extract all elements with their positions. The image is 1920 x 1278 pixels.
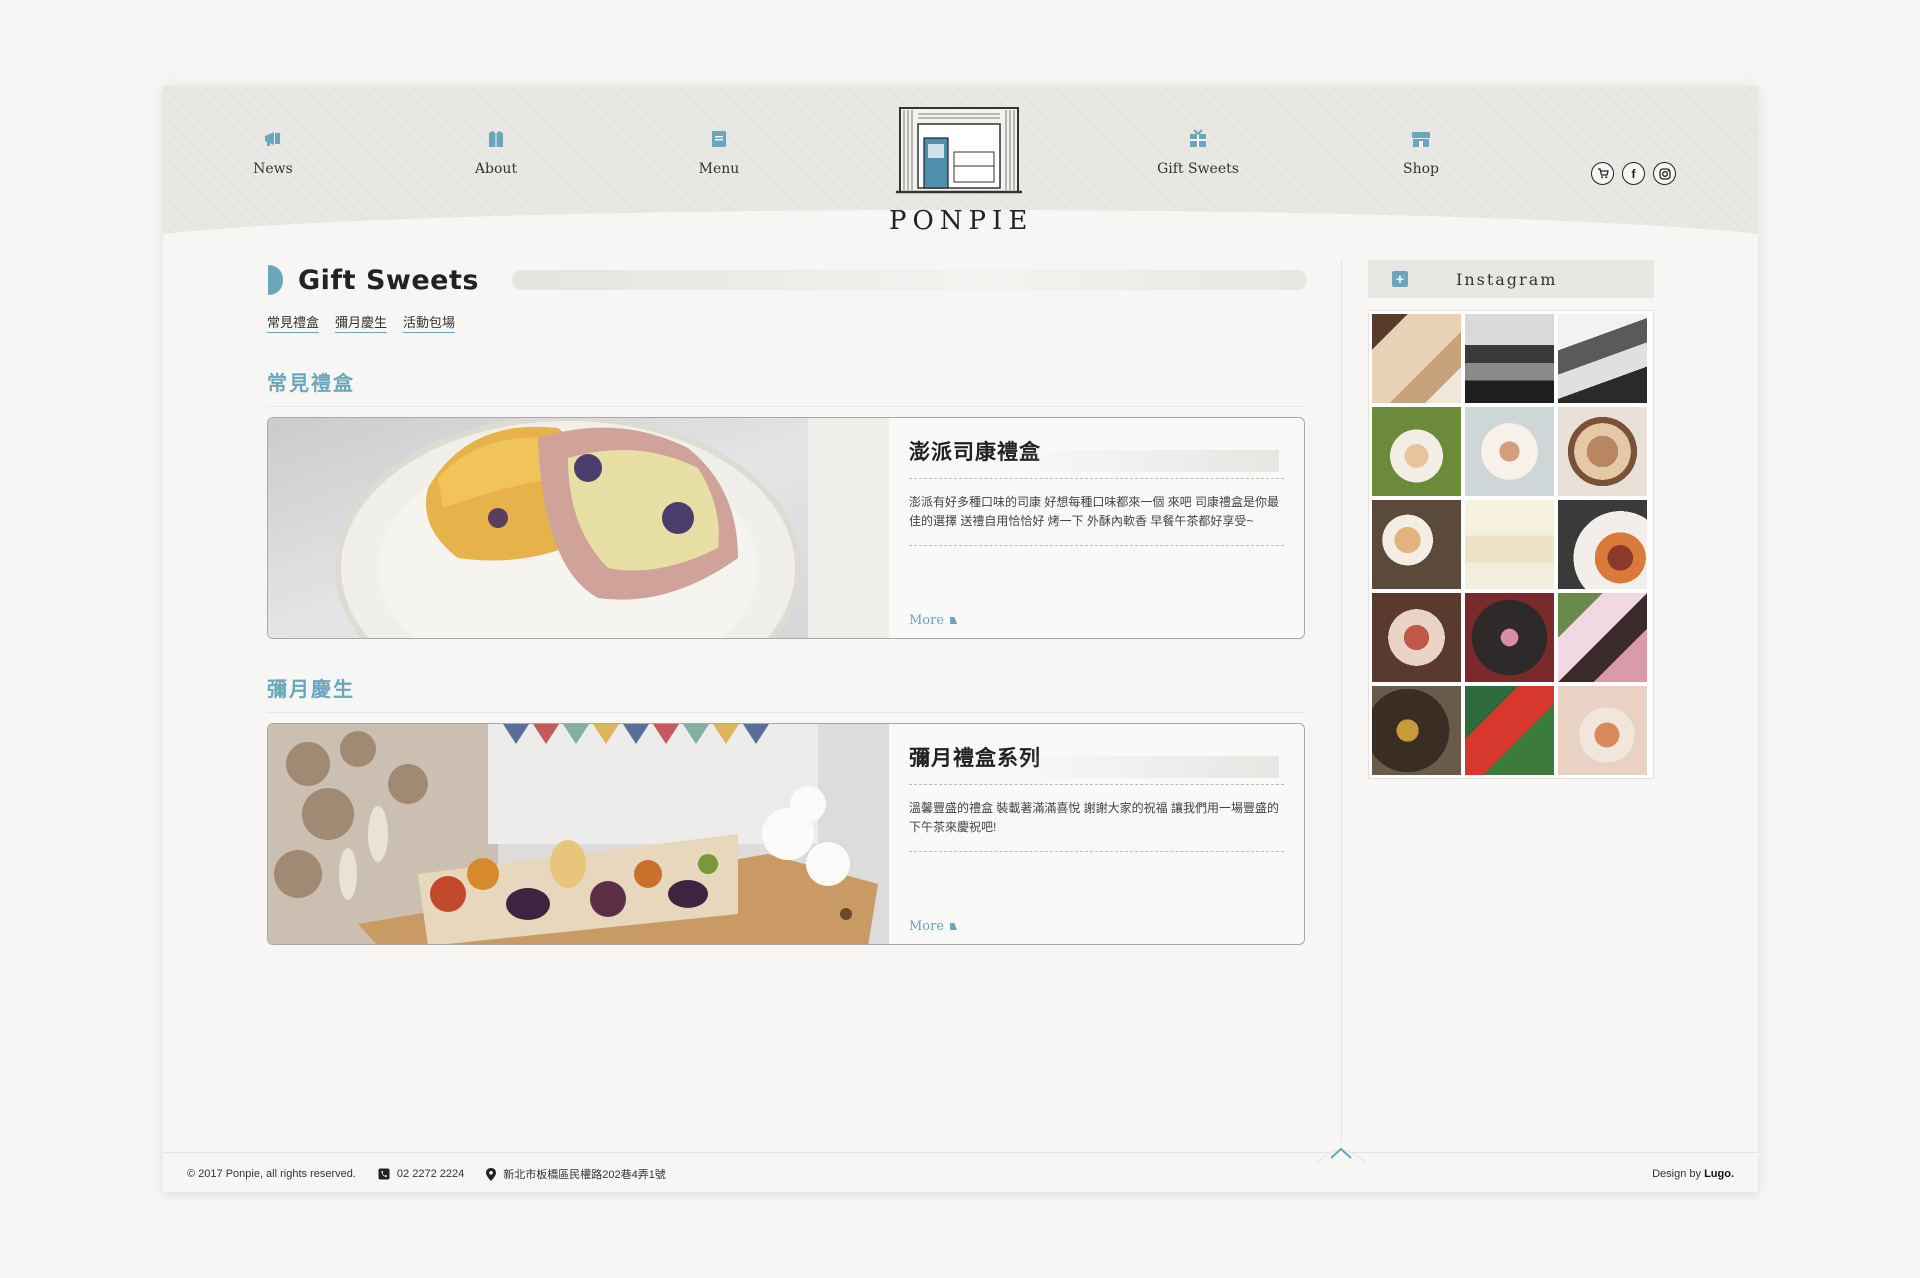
instagram-photo[interactable] xyxy=(1372,686,1461,775)
arrow-icon xyxy=(950,617,958,624)
facebook-icon[interactable]: f xyxy=(1622,162,1645,185)
nav-item-menu[interactable]: Menu xyxy=(659,128,779,178)
subnav-link-events[interactable]: 活動包場 xyxy=(403,312,456,333)
more-label: More xyxy=(909,919,945,934)
sidebar-divider xyxy=(1341,260,1342,1142)
instagram-photo[interactable] xyxy=(1465,314,1554,403)
scone-photo xyxy=(268,418,889,638)
product-image-full-moon-box[interactable] xyxy=(268,724,889,944)
storefront-icon xyxy=(1412,132,1430,147)
nav-label-news: News xyxy=(253,161,293,177)
half-moon-icon xyxy=(268,265,283,295)
copyright-text: © 2017 Ponpie, all rights reserved. xyxy=(187,1168,356,1180)
card-body: 澎派司康禮盒 澎派有好多種口味的司康 好想每種口味都來一個 來吧 司康禮盒是你最… xyxy=(889,418,1304,638)
nav-label-shop: Shop xyxy=(1403,161,1439,177)
design-credit: Design by Lugo. xyxy=(1652,1168,1734,1180)
instagram-title: Instagram xyxy=(1456,269,1558,289)
footer: © 2017 Ponpie, all rights reserved. 02 2… xyxy=(187,1164,1734,1184)
product-image-scones[interactable] xyxy=(268,418,889,638)
instagram-photo[interactable] xyxy=(1372,407,1461,496)
phone[interactable]: 02 2272 2224 xyxy=(378,1168,464,1180)
address[interactable]: 新北市板橋區民權路202巷4弄1號 xyxy=(486,1166,666,1182)
subnav-link-common-gift[interactable]: 常見禮盒 xyxy=(267,312,320,333)
instagram-photo[interactable] xyxy=(1372,500,1461,589)
instagram-grid xyxy=(1368,310,1654,779)
nav-item-gift-sweets[interactable]: Gift Sweets xyxy=(1138,128,1258,178)
plus-icon: + xyxy=(1392,271,1408,287)
nav-label-menu: Menu xyxy=(698,161,740,177)
instagram-header: + Instagram xyxy=(1368,260,1654,298)
more-link[interactable]: More xyxy=(909,613,958,628)
arrow-icon xyxy=(950,923,958,930)
phone-icon xyxy=(378,1168,390,1180)
instagram-photo[interactable] xyxy=(1558,407,1647,496)
instagram-photo[interactable] xyxy=(1465,686,1554,775)
section-heading-common-gift: 常見禮盒 xyxy=(267,367,1305,407)
instagram-photo[interactable] xyxy=(1372,314,1461,403)
instagram-icon[interactable] xyxy=(1653,162,1676,185)
card-body: 彌月禮盒系列 溫馨豐盛的禮盒 裝載著滿滿喜悅 謝謝大家的祝福 讓我們用一場豐盛的… xyxy=(889,724,1304,944)
gift-box-photo xyxy=(268,724,889,944)
product-card-scone-gift-box[interactable]: 澎派司康禮盒 澎派有好多種口味的司康 好想每種口味都來一個 來吧 司康禮盒是你最… xyxy=(267,417,1305,639)
shirt-icon xyxy=(489,131,503,147)
category-subnav: 常見禮盒 彌月慶生 活動包場 xyxy=(267,312,1305,333)
product-card-full-moon-gift-box[interactable]: 彌月禮盒系列 溫馨豐盛的禮盒 裝載著滿滿喜悅 謝謝大家的祝福 讓我們用一場豐盛的… xyxy=(267,723,1305,945)
nav-item-shop[interactable]: Shop xyxy=(1361,128,1481,178)
nav-label-about: About xyxy=(474,161,518,177)
subnav-link-full-moon[interactable]: 彌月慶生 xyxy=(335,312,388,333)
design-prefix: Design by xyxy=(1652,1168,1701,1180)
nav-label-gift-sweets: Gift Sweets xyxy=(1157,161,1239,177)
instagram-photo[interactable] xyxy=(1465,500,1554,589)
scroll-to-top-button[interactable] xyxy=(1314,1140,1368,1164)
instagram-sidebar: + Instagram xyxy=(1368,260,1654,779)
designer-name[interactable]: Lugo. xyxy=(1704,1168,1734,1180)
brand-logo[interactable]: PONPIE xyxy=(889,104,1029,236)
instagram-photo[interactable] xyxy=(1372,593,1461,682)
page-title: Gift Sweets xyxy=(298,264,479,296)
instagram-photo[interactable] xyxy=(1558,686,1647,775)
instagram-photo[interactable] xyxy=(1558,314,1647,403)
storefront-sketch-logo xyxy=(896,107,1022,194)
footer-divider xyxy=(163,1152,1758,1153)
gift-box-icon xyxy=(1190,129,1206,147)
card-title-brush xyxy=(1009,450,1279,472)
section-heading-full-moon: 彌月慶生 xyxy=(267,673,1305,713)
brand-name: PONPIE xyxy=(889,206,1034,236)
address-text: 新北市板橋區民權路202巷4弄1號 xyxy=(503,1169,666,1181)
map-pin-icon xyxy=(486,1167,497,1181)
card-description: 澎派有好多種口味的司康 好想每種口味都來一個 來吧 司康禮盒是你最佳的選擇 送禮… xyxy=(909,493,1284,546)
main-content: Gift Sweets 常見禮盒 彌月慶生 活動包場 常見禮盒 澎派司康禮盒 澎… xyxy=(267,260,1307,945)
title-brush-stroke xyxy=(512,270,1307,290)
instagram-photo[interactable] xyxy=(1465,407,1554,496)
nav-item-about[interactable]: About xyxy=(436,128,556,178)
nav-item-news[interactable]: News xyxy=(213,128,333,178)
instagram-photo[interactable] xyxy=(1558,500,1647,589)
instagram-photo[interactable] xyxy=(1465,593,1554,682)
social-links: f xyxy=(1591,162,1676,185)
menu-book-icon xyxy=(712,131,726,147)
more-link[interactable]: More xyxy=(909,919,958,934)
card-description: 溫馨豐盛的禮盒 裝載著滿滿喜悅 謝謝大家的祝福 讓我們用一場豐盛的下午茶來慶祝吧… xyxy=(909,799,1284,852)
megaphone-icon xyxy=(265,132,280,146)
copyright: © 2017 Ponpie, all rights reserved. xyxy=(187,1168,356,1180)
phone-number: 02 2272 2224 xyxy=(396,1168,465,1180)
cart-icon[interactable] xyxy=(1591,162,1614,185)
page: News About Menu Gift Sweets Shop PONPIE … xyxy=(163,86,1758,1192)
card-title-brush xyxy=(1009,756,1279,778)
more-label: More xyxy=(909,613,945,628)
instagram-photo[interactable] xyxy=(1558,593,1647,682)
facebook-glyph: f xyxy=(1631,166,1636,181)
